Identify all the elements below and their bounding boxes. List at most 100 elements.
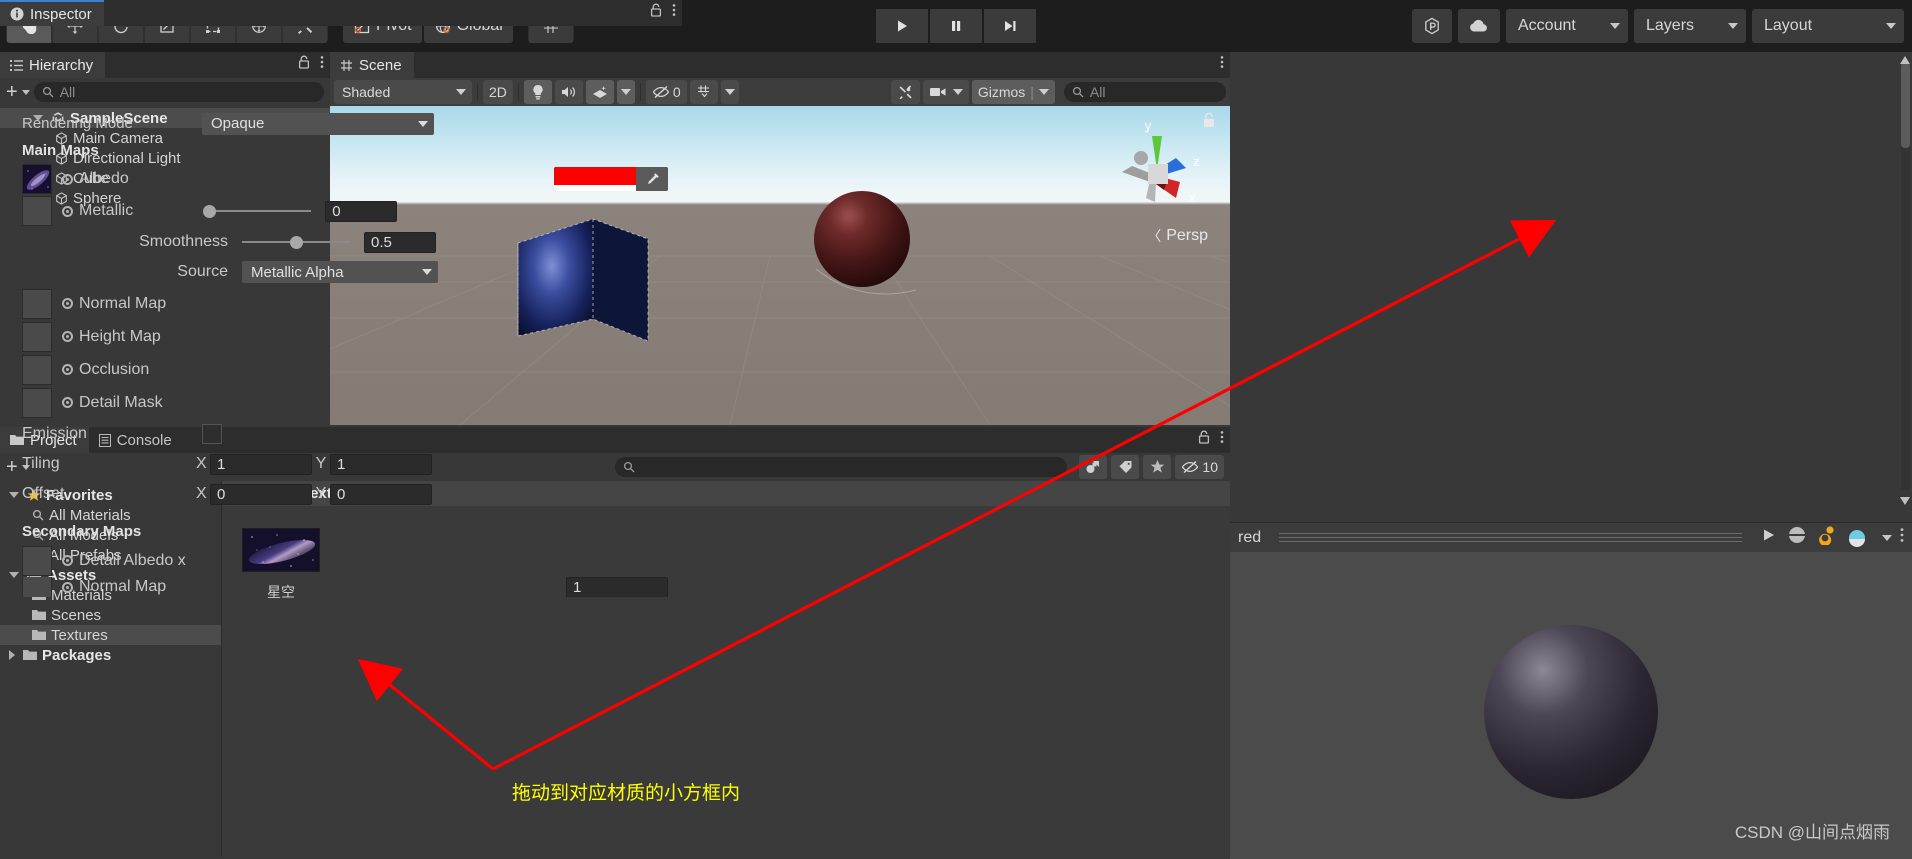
albedo-color-swatch[interactable] [554,167,636,191]
more-menu-icon[interactable] [1220,430,1224,449]
detail-mask-texture-slot[interactable] [22,387,52,418]
lock-icon[interactable] [1198,430,1210,449]
project-tree-item-textures[interactable]: Textures [0,625,221,645]
tab-inspector[interactable]: Inspector [0,0,104,26]
lock-icon[interactable] [298,55,310,74]
tiling-x-axis-label: X [196,455,207,472]
more-menu-icon[interactable] [320,55,324,74]
visible-count-label: 10 [1202,459,1218,475]
height-map-toggle-radio[interactable] [62,331,73,342]
scene-search-input[interactable]: All [1063,82,1227,102]
detail-albedo-label: Detail Albedo x [79,551,186,569]
albedo-texture-slot[interactable] [22,164,52,194]
height-map-texture-slot[interactable] [22,321,52,352]
preview-emission-icon[interactable] [1816,525,1838,550]
offset-y-value: 0 [337,485,346,503]
tiling-row: Tiling X 1 Y 1 [22,449,668,479]
hierarchy-search-input[interactable]: All [33,82,324,102]
scene-grid-visibility-button[interactable] [689,80,718,104]
detail-albedo-texture-slot[interactable] [22,545,52,576]
secondary-normal-value-field[interactable]: 1 [566,577,668,597]
material-preview-area[interactable]: CSDN @山间点烟雨 [1230,552,1912,859]
hidden-assets-count[interactable]: 10 [1175,455,1224,479]
inspector-scrollbar-thumb[interactable] [1901,62,1910,148]
filter-by-label-button[interactable] [1111,455,1140,479]
more-menu-icon[interactable] [672,3,676,22]
detail-mask-toggle-radio[interactable] [62,397,73,408]
source-value: Metallic Alpha [251,263,344,281]
hidden-count: 0 [672,84,681,100]
chevron-down-icon[interactable] [21,89,30,95]
smoothness-value-field[interactable]: 0.5 [364,231,436,253]
chevron-down-icon [724,89,735,95]
metallic-texture-slot[interactable] [22,196,52,226]
smoothness-slider[interactable] [242,234,350,250]
project-search-input[interactable] [615,457,1068,477]
height-map-label: Height Map [79,327,161,345]
cloud-button[interactable] [1458,9,1500,43]
project-tree-item-packages[interactable]: Packages [0,645,221,665]
scroll-down-arrow-icon[interactable] [1899,495,1911,507]
color-picker-eyedropper-icon[interactable] [636,167,668,191]
collapse-triangle-icon[interactable] [9,650,15,660]
normal-map-texture-slot[interactable] [22,288,52,319]
metallic-toggle-radio[interactable] [62,205,73,217]
favorites-filter-button[interactable] [1143,455,1172,479]
detail-albedo-toggle-radio[interactable] [62,555,73,566]
metallic-value-field[interactable]: 0 [325,200,398,222]
preview-more-menu-icon[interactable] [1900,527,1904,548]
scene-tab-icons [1220,55,1224,74]
project-tree-item-scenes[interactable]: Scenes [0,605,221,625]
tiling-x-field[interactable]: 1 [210,453,312,475]
play-button[interactable] [876,9,928,43]
emission-checkbox[interactable] [202,424,222,444]
scroll-up-arrow-icon[interactable] [1899,54,1911,66]
preview-lighting-icon[interactable] [1786,525,1808,550]
add-gameobject-button[interactable]: + [6,82,18,102]
layers-dropdown[interactable]: Layers [1634,9,1746,43]
tiling-y-field[interactable]: 1 [330,453,432,475]
axis-y-label: y [1145,118,1152,133]
preview-drag-handle[interactable] [1279,533,1742,542]
layout-dropdown[interactable]: Layout [1752,9,1904,43]
metallic-row: Metallic 0 [22,195,668,227]
detail-albedo-row: Detail Albedo x [22,544,668,577]
rendering-mode-dropdown[interactable]: Opaque [202,112,434,135]
camera-settings-button[interactable] [922,80,969,104]
filter-by-type-button[interactable] [1079,455,1108,479]
gizmos-button[interactable]: Gizmos | [971,80,1055,104]
metallic-slider[interactable] [203,203,312,219]
projection-mode-label[interactable]: 〈 Persp [1147,226,1208,246]
scene-view-gizmo[interactable]: y z x [1098,114,1208,224]
inspector-tab-label: Inspector [30,5,92,23]
rendering-mode-row: Rendering Mode Opaque [22,111,668,136]
info-icon [10,7,24,21]
secondary-normal-texture-slot[interactable] [22,577,52,597]
step-button[interactable] [984,9,1036,43]
offset-y-field[interactable]: 0 [330,483,432,505]
more-menu-icon[interactable] [1220,55,1224,74]
secondary-normal-toggle-radio[interactable] [62,581,73,593]
albedo-toggle-radio[interactable] [62,173,73,185]
preview-play-icon[interactable] [1760,527,1778,548]
normal-map-toggle-radio[interactable] [62,298,73,309]
occlusion-toggle-radio[interactable] [62,364,73,375]
annotation-text: 拖动到对应材质的小方框内 [512,783,741,804]
tab-hierarchy[interactable]: Hierarchy [0,52,106,78]
offset-x-field[interactable]: 0 [210,483,312,505]
lock-icon[interactable] [650,3,662,22]
source-dropdown[interactable]: Metallic Alpha [242,261,438,283]
occlusion-texture-slot[interactable] [22,354,52,385]
lock-icon[interactable] [1202,112,1216,133]
preview-environment-dropdown[interactable] [1846,528,1892,548]
inspector-tab-icons [650,3,676,22]
collab-button[interactable] [1412,9,1452,43]
normal-map-row: Normal Map [22,287,668,320]
grid-dropdown-button[interactable] [720,80,739,104]
tab-scene[interactable]: Scene [330,52,414,78]
scene-tools-button[interactable] [890,80,920,104]
hierarchy-tabstrip: Hierarchy [0,52,330,78]
account-dropdown[interactable]: Account [1506,9,1628,43]
offset-row: Offset X 0 Y 0 [22,479,668,509]
pause-button[interactable] [930,9,982,43]
